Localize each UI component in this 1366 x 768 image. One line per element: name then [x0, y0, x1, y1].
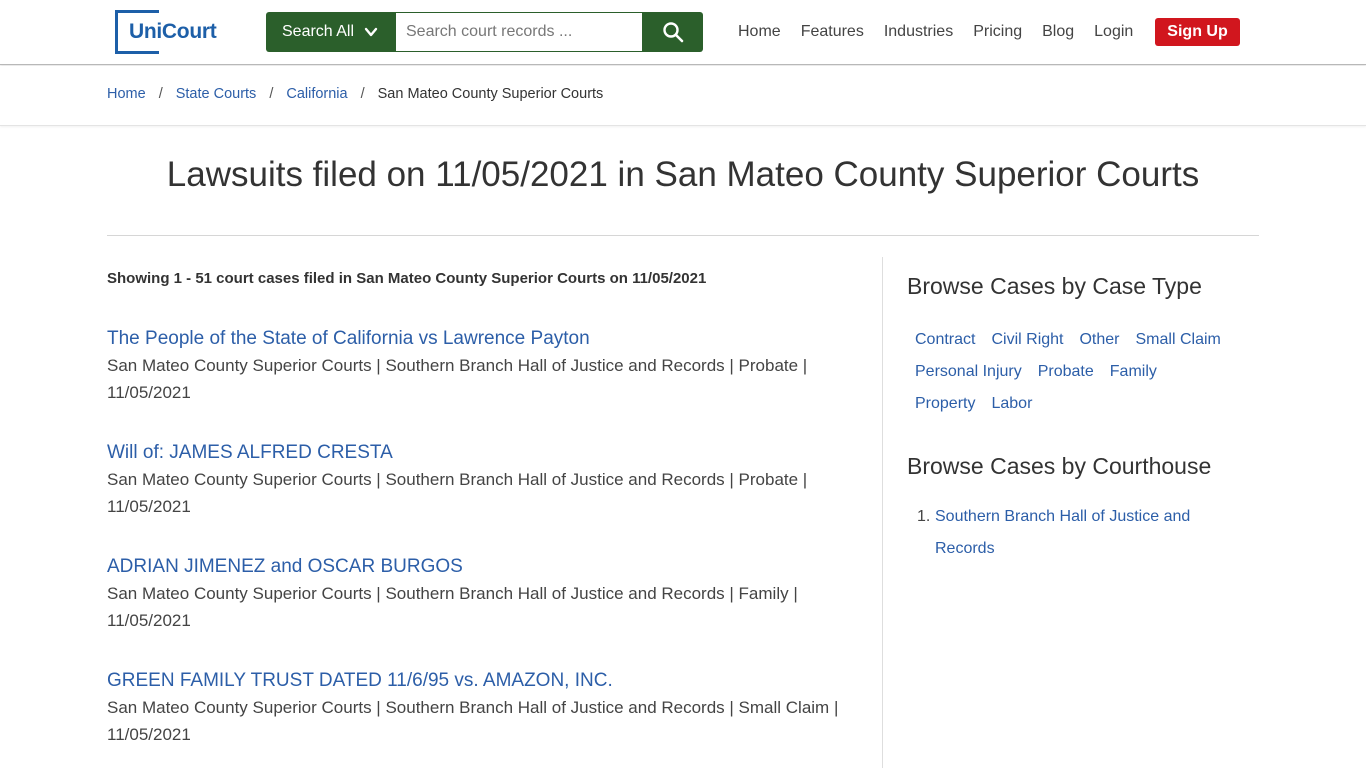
breadcrumb: Home / State Courts / California / San M…: [107, 86, 603, 102]
case-meta: San Mateo County Superior Courts | South…: [107, 584, 798, 630]
results-summary: Showing 1 - 51 court cases filed in San …: [107, 270, 707, 287]
case-type-civil-right[interactable]: Civil Right: [991, 324, 1063, 356]
nav-login[interactable]: Login: [1094, 18, 1133, 46]
breadcrumb-home[interactable]: Home: [107, 86, 146, 102]
nav-home[interactable]: Home: [738, 18, 781, 46]
courthouse-heading: Browse Cases by Courthouse: [907, 453, 1212, 479]
case-type-family[interactable]: Family: [1110, 356, 1157, 388]
case-item: ADRIAN JIMENEZ and OSCAR BURGOS San Mate…: [107, 554, 847, 634]
nav-features[interactable]: Features: [801, 18, 864, 46]
case-type-small-claim[interactable]: Small Claim: [1136, 324, 1221, 356]
case-type-probate[interactable]: Probate: [1038, 356, 1094, 388]
nav-pricing[interactable]: Pricing: [973, 18, 1022, 46]
case-type-contract[interactable]: Contract: [915, 324, 975, 356]
case-item: Will of: JAMES ALFRED CRESTA San Mateo C…: [107, 440, 847, 520]
search-input[interactable]: [396, 12, 642, 52]
search-scope-dropdown[interactable]: Search All: [266, 12, 396, 52]
case-type-labor[interactable]: Labor: [991, 388, 1032, 420]
breadcrumb-separator: /: [360, 86, 365, 102]
breadcrumb-separator: /: [158, 86, 163, 102]
case-meta: San Mateo County Superior Courts | South…: [107, 470, 808, 516]
search-scope-label: Search All: [282, 23, 355, 40]
logo-wordmark: UniCourt: [127, 20, 219, 44]
title-divider: [107, 235, 1259, 236]
search-button[interactable]: [642, 12, 703, 52]
site-header: UniCourt Search All Home Features Indust…: [0, 0, 1366, 65]
breadcrumb-california[interactable]: California: [286, 86, 347, 102]
case-type-property[interactable]: Property: [915, 388, 975, 420]
breadcrumb-separator: /: [269, 86, 274, 102]
column-divider: [882, 257, 883, 768]
case-type-personal-injury[interactable]: Personal Injury: [915, 356, 1022, 388]
courthouse-list: 1. Southern Branch Hall of Justice and R…: [917, 501, 1217, 565]
unicourt-logo[interactable]: UniCourt: [115, 10, 219, 54]
chevron-down-icon: [364, 27, 378, 37]
main-nav: Home Features Industries Pricing Blog Lo…: [728, 18, 1240, 46]
case-meta: San Mateo County Superior Courts | South…: [107, 698, 839, 744]
case-type-heading: Browse Cases by Case Type: [907, 273, 1202, 299]
case-item: GREEN FAMILY TRUST DATED 11/6/95 vs. AMA…: [107, 668, 847, 748]
search-icon: [662, 22, 683, 43]
case-title-link[interactable]: Will of: JAMES ALFRED CRESTA: [107, 440, 847, 466]
list-number: 1.: [917, 508, 931, 525]
nav-industries[interactable]: Industries: [884, 18, 953, 46]
case-title-link[interactable]: The People of the State of California vs…: [107, 326, 847, 352]
sidebar: Browse Cases by Case Type Contract Civil…: [907, 270, 1259, 557]
case-type-list: Contract Civil Right Other Small Claim P…: [907, 324, 1247, 420]
search-bar: Search All: [266, 12, 703, 52]
case-meta: San Mateo County Superior Courts | South…: [107, 356, 808, 402]
case-item: The People of the State of California vs…: [107, 326, 847, 406]
breadcrumb-state-courts[interactable]: State Courts: [176, 86, 257, 102]
sign-up-button[interactable]: Sign Up: [1155, 18, 1240, 46]
nav-blog[interactable]: Blog: [1042, 18, 1074, 46]
courthouse-link[interactable]: Southern Branch Hall of Justice and Reco…: [935, 501, 1217, 565]
page-title: Lawsuits filed on 11/05/2021 in San Mate…: [166, 155, 1200, 194]
breadcrumb-bar: Home / State Courts / California / San M…: [0, 66, 1366, 126]
case-title-link[interactable]: GREEN FAMILY TRUST DATED 11/6/95 vs. AMA…: [107, 668, 847, 694]
case-type-other[interactable]: Other: [1079, 324, 1119, 356]
case-title-link[interactable]: ADRIAN JIMENEZ and OSCAR BURGOS: [107, 554, 847, 580]
case-list: Showing 1 - 51 court cases filed in San …: [107, 268, 847, 744]
breadcrumb-current: San Mateo County Superior Courts: [377, 86, 604, 102]
